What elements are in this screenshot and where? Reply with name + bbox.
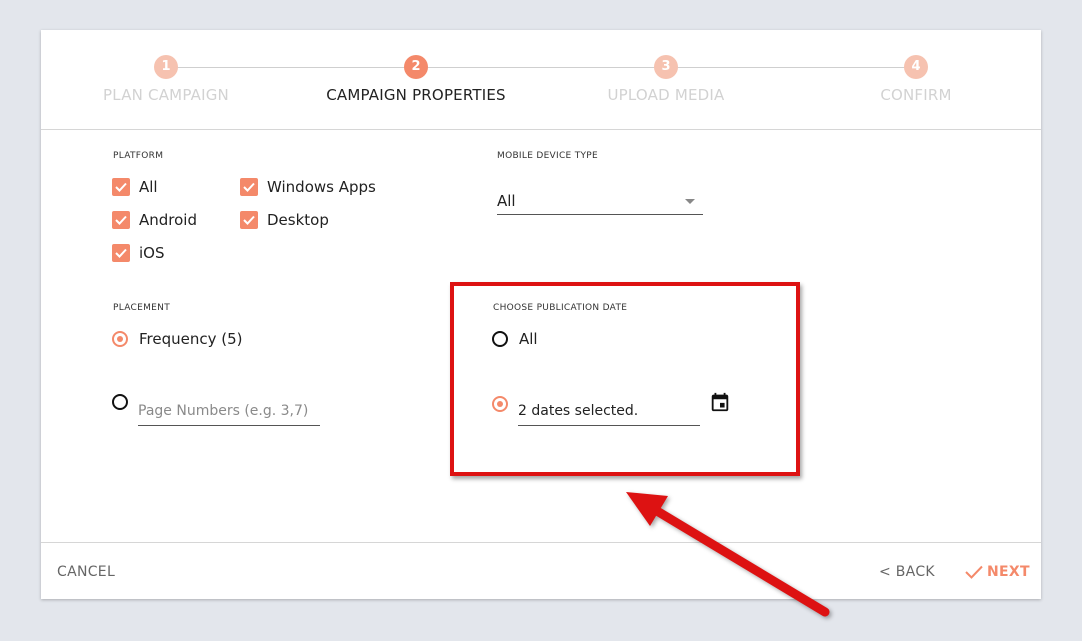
radio-unselected-icon[interactable] [112, 394, 128, 410]
platform-checkbox-windows-apps[interactable]: Windows Apps [240, 178, 376, 196]
select-value: All [497, 192, 516, 210]
platform-checkbox-desktop[interactable]: Desktop [240, 211, 329, 229]
step-number: 2 [404, 55, 428, 79]
radio-selected-icon[interactable] [112, 331, 128, 347]
checkbox-checked-icon[interactable] [112, 244, 130, 262]
checkbox-label: iOS [139, 244, 165, 262]
radio-label: Frequency (5) [139, 330, 243, 348]
mobile-device-type-label: MOBILE DEVICE TYPE [497, 151, 599, 161]
checkbox-checked-icon[interactable] [240, 178, 258, 196]
page-numbers-input[interactable] [138, 403, 320, 426]
cancel-button[interactable]: CANCEL [57, 564, 115, 580]
step-number: 4 [904, 55, 928, 79]
annotation-arrow-icon [626, 492, 830, 617]
chevron-down-icon [685, 199, 695, 204]
checkbox-label: All [139, 178, 158, 196]
placement-label: PLACEMENT [113, 303, 170, 313]
check-icon [965, 565, 983, 579]
platform-checkbox-android[interactable]: Android [112, 211, 197, 229]
step-plan-campaign[interactable]: 1 PLAN CAMPAIGN [41, 55, 291, 104]
wizard-footer: CANCEL < BACK NEXT [41, 542, 1041, 600]
step-label: UPLOAD MEDIA [607, 86, 725, 104]
step-number: 3 [654, 55, 678, 79]
checkbox-label: Android [139, 211, 197, 229]
stepper: 1 PLAN CAMPAIGN 2 CAMPAIGN PROPERTIES 3 … [41, 30, 1041, 130]
step-confirm[interactable]: 4 CONFIRM [791, 55, 1041, 104]
step-label: CONFIRM [880, 86, 952, 104]
next-button[interactable]: NEXT [965, 564, 1030, 580]
back-button[interactable]: < BACK [879, 564, 935, 580]
platform-checkbox-ios[interactable]: iOS [112, 244, 165, 262]
placement-radio-frequency[interactable]: Frequency (5) [112, 330, 243, 348]
step-label: CAMPAIGN PROPERTIES [326, 86, 506, 104]
step-upload-media[interactable]: 3 UPLOAD MEDIA [541, 55, 791, 104]
checkbox-checked-icon[interactable] [240, 211, 258, 229]
placement-radio-page-numbers[interactable] [112, 394, 128, 410]
checkbox-label: Desktop [267, 211, 329, 229]
checkbox-checked-icon[interactable] [112, 211, 130, 229]
checkbox-checked-icon[interactable] [112, 178, 130, 196]
step-campaign-properties[interactable]: 2 CAMPAIGN PROPERTIES [291, 55, 541, 104]
step-label: PLAN CAMPAIGN [103, 86, 229, 104]
platform-label: PLATFORM [113, 151, 164, 161]
next-label: NEXT [987, 564, 1030, 580]
mobile-device-type-select[interactable]: All [497, 192, 703, 215]
annotation-highlight-box [450, 282, 800, 476]
step-number: 1 [154, 55, 178, 79]
platform-checkbox-all[interactable]: All [112, 178, 158, 196]
checkbox-label: Windows Apps [267, 178, 376, 196]
